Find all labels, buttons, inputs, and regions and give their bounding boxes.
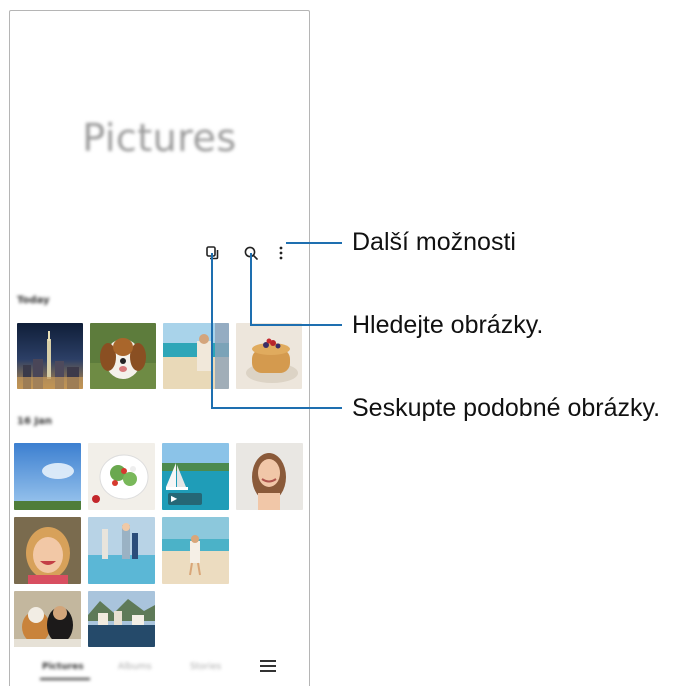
section-label-date: 16 Jan — [17, 416, 52, 427]
callout-line-more-options — [286, 242, 342, 244]
callout-line-search-horizontal — [250, 324, 342, 326]
group-similar-icon[interactable] — [203, 243, 223, 263]
photo-city-night[interactable] — [17, 323, 83, 389]
menu-icon[interactable] — [260, 660, 276, 674]
bottom-navigation: Pictures Albums Stories — [10, 656, 309, 686]
callout-search-pictures: Hledejte obrázky. — [352, 311, 544, 339]
callout-line-search-vertical — [250, 253, 252, 326]
photo-woman-portrait[interactable] — [236, 443, 303, 510]
callout-line-group-vertical — [211, 253, 213, 409]
tab-pictures[interactable]: Pictures — [42, 662, 84, 672]
video-play-badge: ▶ — [168, 493, 202, 505]
photo-blue-sky[interactable] — [14, 443, 81, 510]
photo-beagle-dog[interactable] — [90, 323, 156, 389]
video-sailboat[interactable]: ▶ — [162, 443, 229, 510]
photo-girl-beach[interactable] — [162, 517, 229, 584]
photo-pancakes[interactable] — [236, 323, 302, 389]
tab-albums[interactable]: Albums — [118, 662, 152, 672]
phone-screen: Pictures Today 16 Jan ▶ Pictures Albums … — [9, 10, 310, 686]
photo-lake-village[interactable] — [88, 591, 155, 647]
active-tab-indicator — [40, 678, 90, 680]
page-title: Pictures — [82, 116, 237, 160]
photo-dogs[interactable] — [14, 591, 81, 647]
section-label-today: Today — [17, 295, 50, 306]
more-options-icon[interactable] — [274, 243, 288, 263]
tab-stories[interactable]: Stories — [190, 662, 221, 672]
photo-beach-child[interactable] — [163, 323, 229, 389]
photo-smiling-girl[interactable] — [14, 517, 81, 584]
callout-group-similar: Seskupte podobné obrázky. — [352, 394, 661, 422]
photo-salad[interactable] — [88, 443, 155, 510]
callout-line-group-horizontal — [211, 407, 342, 409]
callout-more-options: Další možnosti — [352, 228, 516, 256]
photo-pool-kids[interactable] — [88, 517, 155, 584]
